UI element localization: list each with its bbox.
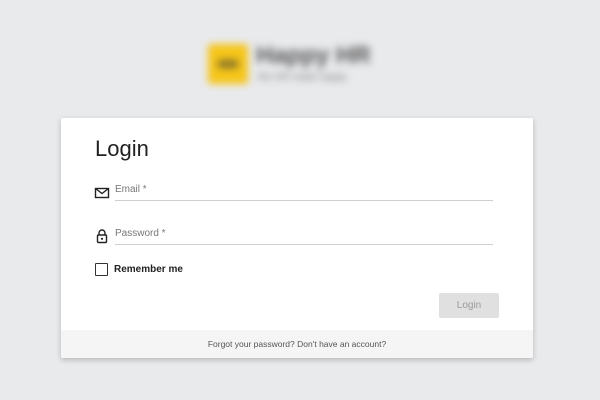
login-title: Login (95, 136, 149, 161)
password-field[interactable] (115, 224, 493, 245)
brand-logo: Happy HR the HR made happy (206, 40, 396, 90)
email-field[interactable] (115, 180, 493, 201)
password-input[interactable] (115, 224, 493, 242)
login-button[interactable]: Login (439, 293, 499, 318)
remember-me-checkbox[interactable] (95, 263, 108, 276)
email-input[interactable] (115, 180, 493, 198)
forgot-password-link[interactable]: Forgot your password? (208, 339, 295, 349)
login-card: Login Remember me Login Forgot your pass… (61, 118, 533, 358)
remember-me[interactable]: Remember me (95, 263, 183, 276)
register-link[interactable]: Don't have an account? (297, 339, 386, 349)
brand-tagline: the HR made happy (258, 72, 347, 83)
lock-icon (96, 229, 108, 244)
envelope-icon (94, 187, 110, 199)
remember-me-label: Remember me (114, 264, 183, 275)
login-footer: Forgot your password? Don't have an acco… (61, 330, 533, 358)
logo-mark (208, 44, 248, 84)
brand-name: Happy HR (256, 42, 371, 69)
